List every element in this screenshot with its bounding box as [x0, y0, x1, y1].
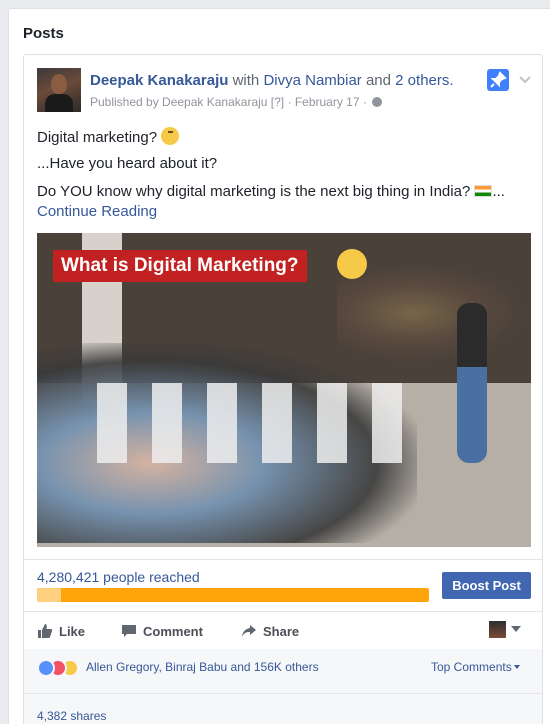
- divider: [24, 611, 542, 612]
- reaction-icons[interactable]: [37, 659, 81, 677]
- like-label: Like: [59, 624, 86, 639]
- chevron-down-icon[interactable]: [511, 626, 521, 632]
- shares-row: 4,382 shares: [24, 693, 542, 724]
- post-line-3: Do YOU know why digital marketing is the…: [37, 183, 505, 200]
- others-link[interactable]: 2 others.: [395, 72, 453, 89]
- post-card: Deepak Kanakaraju with Divya Nambiar and…: [23, 54, 543, 724]
- top-comments-dropdown[interactable]: Top Comments: [431, 660, 520, 674]
- post-line-2: ...Have you heard about it?: [37, 155, 218, 172]
- thinking-emoji: [161, 127, 180, 145]
- like-icon: [37, 623, 53, 647]
- tagged-user[interactable]: Divya Nambiar: [263, 72, 361, 89]
- shares-count[interactable]: 4,382 shares: [37, 709, 106, 723]
- globe-icon[interactable]: [372, 97, 383, 107]
- post-line-3-text: Do YOU know why digital marketing is the…: [37, 183, 471, 200]
- comment-icon: [121, 623, 137, 647]
- post-date[interactable]: February 17: [295, 95, 360, 109]
- section-title: Posts: [23, 25, 64, 42]
- author-avatar[interactable]: [37, 68, 81, 112]
- posts-section: Posts Deepak Kanakaraju with Divya Nambi…: [8, 8, 550, 724]
- post-image[interactable]: What is Digital Marketing?: [37, 233, 531, 547]
- share-label: Share: [263, 624, 300, 639]
- top-comments-label: Top Comments: [431, 660, 512, 674]
- author-line: Deepak Kanakaraju with Divya Nambiar and…: [90, 72, 454, 89]
- page-avatar-selector[interactable]: [489, 621, 506, 638]
- post-line-1: Digital marketing?: [37, 127, 180, 146]
- caret-down-icon: [513, 665, 520, 669]
- like-reaction: [37, 659, 55, 677]
- reactions-summary[interactable]: Allen Gregory, Binraj Babu and 156K othe…: [86, 660, 319, 674]
- comment-button[interactable]: Comment: [121, 620, 203, 644]
- ellipsis: ...: [492, 183, 505, 200]
- post-line-1-text: Digital marketing?: [37, 129, 158, 146]
- share-button[interactable]: Share: [241, 620, 299, 644]
- reach-bar: [37, 588, 429, 602]
- help-link[interactable]: [?]: [271, 95, 284, 109]
- post-meta: Published by Deepak Kanakaraju [?] · Feb…: [90, 95, 383, 109]
- meta-separator-2: ·: [362, 95, 367, 109]
- divider: [24, 559, 542, 560]
- like-button[interactable]: Like: [37, 620, 85, 644]
- chevron-down-icon[interactable]: [515, 69, 535, 89]
- pin-icon[interactable]: [487, 69, 509, 91]
- with-label: with: [232, 72, 260, 89]
- organic-reach-fill: [37, 588, 61, 602]
- speaker-figure: [457, 303, 487, 463]
- continue-reading-link[interactable]: Continue Reading: [37, 203, 157, 220]
- reach-link[interactable]: 4,280,421 people reached: [37, 569, 200, 585]
- banner-thinking-emoji: [337, 249, 367, 279]
- india-flag: [474, 185, 493, 197]
- published-by[interactable]: Published by Deepak Kanakaraju: [90, 95, 267, 109]
- reactions-row: Allen Gregory, Binraj Babu and 156K othe…: [24, 649, 542, 693]
- comment-label: Comment: [143, 624, 203, 639]
- boost-post-button[interactable]: Boost Post: [442, 572, 531, 599]
- share-icon: [241, 623, 257, 647]
- and-label: and: [365, 72, 391, 89]
- author-name[interactable]: Deepak Kanakaraju: [90, 72, 228, 89]
- meta-separator: ·: [287, 95, 292, 109]
- image-banner: What is Digital Marketing?: [53, 250, 307, 282]
